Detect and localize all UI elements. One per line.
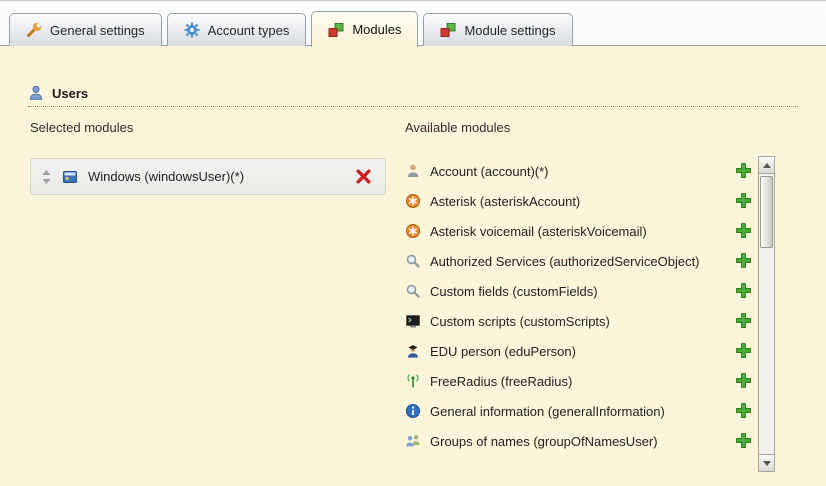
section-header: Users (28, 80, 798, 107)
plus-icon (735, 192, 752, 210)
terminal-icon (405, 313, 421, 329)
asterisk-icon (405, 223, 421, 239)
wrench-icon (26, 22, 42, 38)
add-module-button[interactable] (735, 402, 753, 420)
delete-icon (355, 168, 372, 186)
available-module-row: Account (account)(*) (405, 156, 755, 186)
graduate-icon (405, 343, 421, 359)
plus-icon (735, 162, 752, 180)
tab-general-settings[interactable]: General settings (9, 13, 162, 46)
asterisk-icon (405, 193, 421, 209)
add-module-button[interactable] (735, 192, 753, 210)
tab-module-settings[interactable]: Module settings (423, 13, 572, 46)
plus-icon (735, 252, 752, 270)
info-icon (405, 403, 421, 419)
available-module-label: Custom fields (customFields) (430, 284, 598, 299)
config-window: General settings Account types Modules M… (0, 0, 826, 486)
scroll-down-button[interactable] (759, 454, 774, 471)
modules-panel: Users Selected modules Available modules… (0, 45, 826, 486)
selected-module-label: Windows (windowsUser)(*) (88, 169, 244, 184)
available-module-row: Authorized Services (authorizedServiceOb… (405, 246, 755, 276)
drag-handle-icon[interactable] (41, 169, 52, 185)
tab-modules[interactable]: Modules (311, 11, 418, 47)
arrow-down-icon (763, 461, 771, 466)
tab-bar: General settings Account types Modules M… (0, 1, 826, 46)
modules-icon (440, 22, 456, 38)
plus-icon (735, 342, 752, 360)
available-module-row: Custom scripts (customScripts) (405, 306, 755, 336)
selected-modules-list: Windows (windowsUser)(*) (30, 158, 386, 195)
available-module-label: Account (account)(*) (430, 164, 549, 179)
available-module-label: General information (generalInformation) (430, 404, 665, 419)
available-module-label: Asterisk (asteriskAccount) (430, 194, 580, 209)
available-module-label: Asterisk voicemail (asteriskVoicemail) (430, 224, 647, 239)
search-icon (405, 283, 421, 299)
tab-label: Account types (208, 23, 290, 38)
available-modules-heading: Available modules (405, 120, 510, 135)
plus-icon (735, 312, 752, 330)
windows-icon (62, 169, 78, 185)
available-module-row: Asterisk voicemail (asteriskVoicemail) (405, 216, 755, 246)
available-module-row: Asterisk (asteriskAccount) (405, 186, 755, 216)
add-module-button[interactable] (735, 342, 753, 360)
available-module-label: EDU person (eduPerson) (430, 344, 576, 359)
scrollbar-thumb[interactable] (760, 176, 773, 248)
add-module-button[interactable] (735, 162, 753, 180)
add-module-button[interactable] (735, 432, 753, 450)
available-module-row: EDU person (eduPerson) (405, 336, 755, 366)
plus-icon (735, 432, 752, 450)
add-module-button[interactable] (735, 222, 753, 240)
available-module-row: FreeRadius (freeRadius) (405, 366, 755, 396)
selected-modules-heading: Selected modules (30, 120, 133, 135)
available-module-label: FreeRadius (freeRadius) (430, 374, 572, 389)
plus-icon (735, 372, 752, 390)
available-module-row: Groups of names (groupOfNamesUser) (405, 426, 755, 456)
scroll-up-button[interactable] (759, 157, 774, 174)
tab-label: General settings (50, 23, 145, 38)
add-module-button[interactable] (735, 282, 753, 300)
person-icon (405, 163, 421, 179)
available-module-row: Custom fields (customFields) (405, 276, 755, 306)
add-module-button[interactable] (735, 372, 753, 390)
search-icon (405, 253, 421, 269)
available-modules-list: Account (account)(*) Asterisk (asteriskA… (405, 156, 755, 456)
antenna-icon (405, 373, 421, 389)
tab-label: Modules (352, 22, 401, 37)
available-module-label: Custom scripts (customScripts) (430, 314, 610, 329)
add-module-button[interactable] (735, 312, 753, 330)
section-title: Users (52, 86, 88, 101)
plus-icon (735, 222, 752, 240)
plus-icon (735, 282, 752, 300)
add-module-button[interactable] (735, 252, 753, 270)
tab-account-types[interactable]: Account types (167, 13, 307, 46)
remove-module-button[interactable] (355, 168, 373, 186)
available-module-label: Groups of names (groupOfNamesUser) (430, 434, 658, 449)
available-module-label: Authorized Services (authorizedServiceOb… (430, 254, 700, 269)
modules-icon (328, 22, 344, 38)
plus-icon (735, 402, 752, 420)
tab-label: Module settings (464, 23, 555, 38)
arrow-up-icon (763, 163, 771, 168)
selected-module-row: Windows (windowsUser)(*) (30, 158, 386, 195)
available-modules-scrollbar[interactable] (758, 156, 775, 472)
gear-icon (184, 22, 200, 38)
group-icon (405, 433, 421, 449)
available-module-row: General information (generalInformation) (405, 396, 755, 426)
user-icon (28, 85, 44, 101)
